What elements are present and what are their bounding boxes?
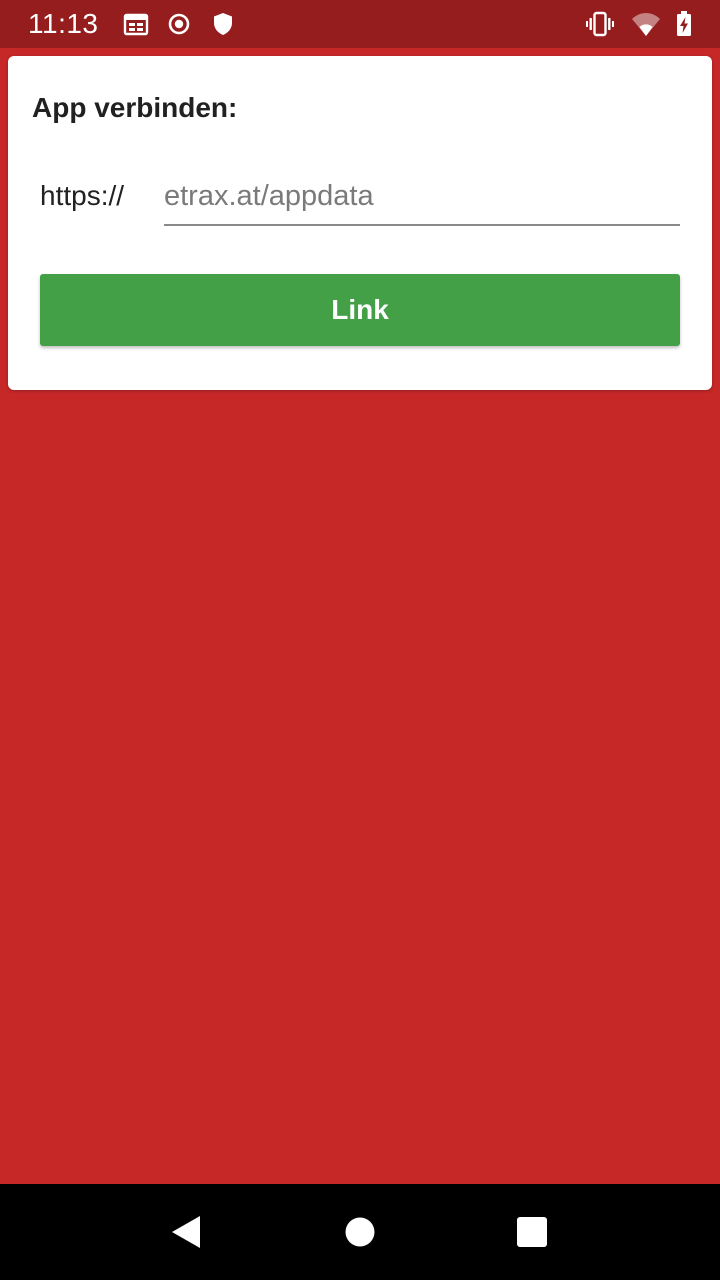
back-icon[interactable] xyxy=(162,1208,210,1256)
url-input[interactable] xyxy=(164,168,680,226)
link-button[interactable]: Link xyxy=(40,274,680,346)
shield-icon xyxy=(214,13,232,35)
vibrate-icon xyxy=(586,11,614,37)
navigation-bar xyxy=(0,1184,720,1280)
status-bar: 11:13 xyxy=(0,0,720,48)
status-time: 11:13 xyxy=(28,8,99,39)
battery-charging-icon xyxy=(677,11,691,36)
home-icon[interactable] xyxy=(336,1208,384,1256)
wifi-icon xyxy=(632,13,660,36)
card-title: App verbinden: xyxy=(32,92,238,123)
url-prefix-label: https:// xyxy=(40,180,125,211)
record-icon xyxy=(168,13,190,35)
recents-icon[interactable] xyxy=(508,1208,556,1256)
calendar-icon xyxy=(123,13,149,36)
app-screen: 11:13 App verbinden: https:// etrax.at/a… xyxy=(0,0,720,1280)
